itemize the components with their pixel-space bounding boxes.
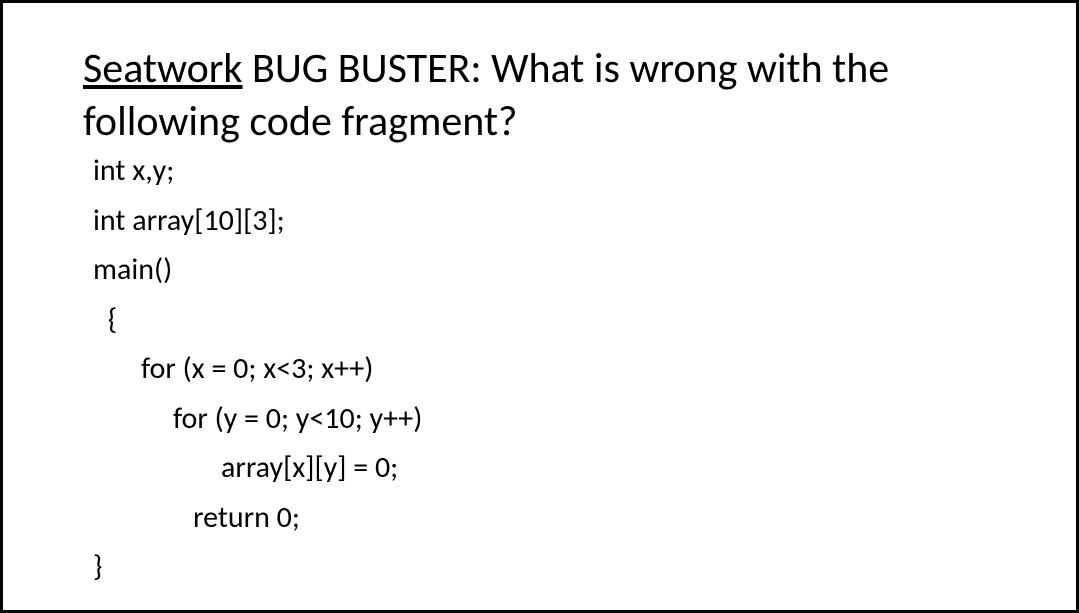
code-line: main()	[93, 245, 996, 295]
title-underlined: Seatwork	[83, 43, 243, 94]
code-line: int x,y;	[93, 146, 996, 196]
code-line: return 0;	[93, 493, 996, 543]
code-block: int x,y; int array[10][3]; main() { for …	[93, 146, 996, 592]
code-line: for (x = 0; x<3; x++)	[93, 344, 996, 394]
code-line: {	[93, 295, 996, 345]
slide-title: Seatwork BUG BUSTER: What is wrong with …	[83, 43, 996, 148]
code-line: for (y = 0; y<10; y++)	[93, 394, 996, 444]
code-line: }	[93, 542, 996, 592]
code-line: array[x][y] = 0;	[93, 443, 996, 493]
code-line: int array[10][3];	[93, 196, 996, 246]
